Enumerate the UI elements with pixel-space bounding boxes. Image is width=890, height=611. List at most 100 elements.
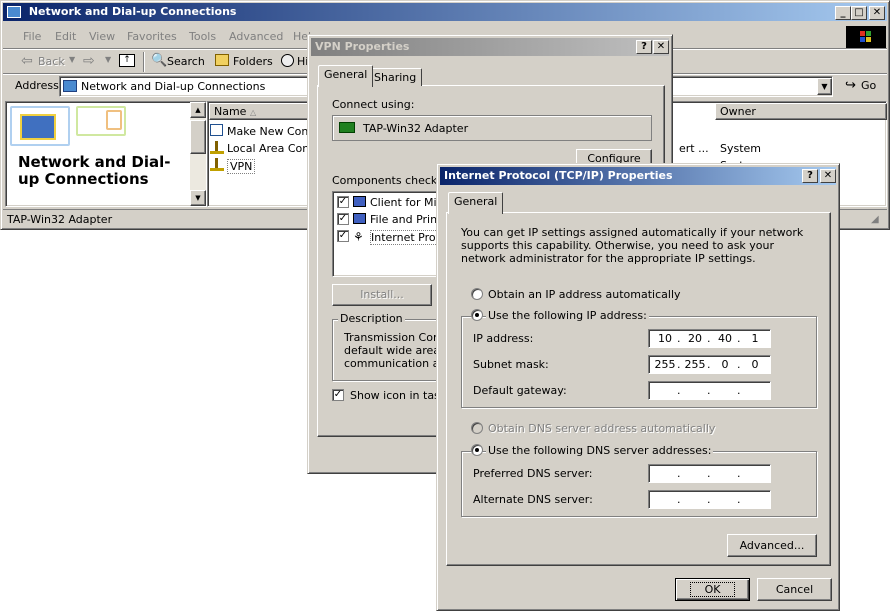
menu-view[interactable]: View bbox=[89, 30, 115, 43]
component-checkbox[interactable]: ✓ bbox=[337, 213, 349, 225]
address-value: Network and Dial-up Connections bbox=[81, 80, 266, 93]
ok-button[interactable]: OK bbox=[675, 578, 750, 601]
folders-icon bbox=[215, 54, 229, 66]
network-folder-icon bbox=[7, 6, 21, 18]
connect-using-label: Connect using: bbox=[332, 98, 415, 111]
vpn-titlebar[interactable]: VPN Properties bbox=[311, 38, 669, 56]
column-header-name[interactable]: Name △ bbox=[209, 103, 309, 120]
address-dropdown-button[interactable]: ▼ bbox=[817, 78, 832, 95]
list-item-name: VPN bbox=[227, 159, 256, 174]
network-adapter-icon bbox=[339, 122, 355, 133]
default-gateway-label: Default gateway: bbox=[473, 384, 567, 397]
history-icon bbox=[281, 54, 294, 67]
components-label: Components checked are used by this conn… bbox=[332, 174, 442, 187]
forward-dropdown-icon: ▼ bbox=[105, 55, 112, 64]
help-button[interactable]: ? bbox=[636, 40, 652, 54]
back-arrow-icon: ⇦ bbox=[21, 53, 33, 69]
go-label: Go bbox=[861, 79, 877, 92]
address-label: Address bbox=[15, 79, 59, 92]
tab-sharing[interactable]: Sharing bbox=[368, 68, 423, 86]
list-item[interactable]: Local Area Connection bbox=[210, 141, 350, 157]
list-item[interactable]: Make New Connection bbox=[210, 124, 349, 140]
menu-tools[interactable]: Tools bbox=[189, 30, 216, 43]
tcpip-properties-dialog: Internet Protocol (TCP/IP) Properties ? … bbox=[436, 163, 840, 611]
close-button[interactable]: ✕ bbox=[820, 169, 836, 183]
up-folder-icon[interactable]: ↑ bbox=[119, 54, 135, 67]
preferred-dns-label: Preferred DNS server: bbox=[473, 467, 593, 480]
use-following-ip-radio[interactable] bbox=[471, 309, 483, 321]
local-area-connection-icon bbox=[210, 141, 226, 155]
obtain-ip-auto-label: Obtain an IP address automatically bbox=[488, 288, 681, 301]
banner-title: Network and Dial-up Connections bbox=[18, 153, 171, 188]
component-checkbox[interactable]: ✓ bbox=[337, 230, 349, 242]
tcpip-titlebar[interactable]: Internet Protocol (TCP/IP) Properties bbox=[440, 167, 836, 185]
close-button[interactable]: ✕ bbox=[653, 40, 669, 54]
close-button[interactable]: ✕ bbox=[869, 6, 885, 20]
status-text: TAP-Win32 Adapter bbox=[7, 213, 113, 226]
back-dropdown-icon: ▼ bbox=[69, 55, 76, 64]
toolbar: ⇦ Back ▼ ⇨ ▼ ↑ 🔍 Search Folders History bbox=[5, 51, 315, 73]
go-button[interactable]: ↪ Go bbox=[843, 76, 883, 96]
subnet-mask-field[interactable]: 255. 255. 0. 0 bbox=[648, 355, 771, 374]
windows-logo bbox=[846, 26, 886, 48]
default-gateway-field[interactable]: ... bbox=[648, 381, 771, 400]
component-checkbox[interactable]: ✓ bbox=[337, 196, 349, 208]
obtain-dns-auto-radio[interactable] bbox=[471, 422, 483, 434]
menu-edit[interactable]: Edit bbox=[55, 30, 76, 43]
owner-cell: System bbox=[720, 142, 762, 155]
description-label: Description bbox=[338, 312, 405, 325]
minimize-button[interactable]: _ bbox=[835, 6, 851, 20]
search-button[interactable]: Search bbox=[167, 55, 205, 68]
components-list[interactable]: ✓ Client for Microsoft Networks ✓ File a… bbox=[332, 191, 626, 277]
use-following-dns-label: Use the following DNS server addresses: bbox=[486, 444, 714, 457]
ip-address-label: IP address: bbox=[473, 332, 534, 345]
vpn-connection-icon bbox=[210, 158, 226, 172]
sharing-icon bbox=[353, 213, 366, 224]
sort-indicator-icon: △ bbox=[249, 108, 257, 117]
list-item[interactable]: VPN bbox=[210, 158, 310, 174]
toolbar-separator bbox=[143, 52, 145, 72]
obtain-dns-auto-label: Obtain DNS server address automatically bbox=[488, 422, 716, 435]
maximize-button[interactable]: □ bbox=[851, 6, 867, 20]
menu-favorites[interactable]: Favorites bbox=[127, 30, 177, 43]
adapter-field: TAP-Win32 Adapter bbox=[332, 115, 652, 141]
adapter-name: TAP-Win32 Adapter bbox=[363, 122, 469, 135]
new-connection-icon bbox=[210, 124, 223, 136]
menu-file[interactable]: File bbox=[23, 30, 41, 43]
back-button[interactable]: Back bbox=[38, 55, 65, 68]
preferred-dns-field[interactable]: ... bbox=[648, 464, 771, 483]
banner-scrollbar[interactable]: ▲ ▼ bbox=[190, 102, 206, 206]
subnet-mask-label: Subnet mask: bbox=[473, 358, 549, 371]
resize-grip-icon[interactable]: ◢ bbox=[871, 214, 879, 225]
explorer-titlebar[interactable]: Network and Dial-up Connections bbox=[3, 3, 887, 21]
use-following-dns-radio[interactable] bbox=[471, 444, 483, 456]
go-arrow-icon: ↪ bbox=[845, 78, 856, 93]
ip-address-field[interactable]: 10. 20. 40. 1 bbox=[648, 329, 771, 348]
use-following-ip-label: Use the following IP address: bbox=[486, 309, 649, 322]
alternate-dns-field[interactable]: ... bbox=[648, 490, 771, 509]
forward-arrow-icon[interactable]: ⇨ bbox=[83, 53, 95, 69]
tcpip-title: Internet Protocol (TCP/IP) Properties bbox=[444, 169, 673, 182]
advanced-button[interactable]: Advanced... bbox=[727, 534, 817, 557]
tab-general[interactable]: General bbox=[318, 65, 374, 87]
alternate-dns-label: Alternate DNS server: bbox=[473, 493, 593, 506]
explorer-title: Network and Dial-up Connections bbox=[28, 5, 237, 18]
protocol-icon: ⚘ bbox=[353, 230, 364, 244]
vpn-title: VPN Properties bbox=[315, 40, 410, 53]
client-icon bbox=[353, 196, 366, 207]
tab-general[interactable]: General bbox=[448, 192, 504, 214]
intro-text: You can get IP settings assigned automat… bbox=[461, 226, 804, 265]
column-header-owner[interactable]: Owner bbox=[715, 103, 887, 120]
device-name-fragment: ert ... bbox=[679, 142, 709, 155]
menu-advanced[interactable]: Advanced bbox=[229, 30, 283, 43]
search-icon: 🔍 bbox=[151, 53, 168, 68]
network-folder-icon bbox=[63, 80, 77, 92]
install-button[interactable]: Install... bbox=[332, 284, 432, 306]
folders-button[interactable]: Folders bbox=[233, 55, 273, 68]
cancel-button[interactable]: Cancel bbox=[757, 578, 832, 601]
help-button[interactable]: ? bbox=[802, 169, 818, 183]
banner-pane: Network and Dial-up Connections ▲ ▼ bbox=[5, 101, 207, 207]
show-icon-checkbox[interactable]: ✓ bbox=[332, 389, 344, 401]
obtain-ip-auto-radio[interactable] bbox=[471, 288, 483, 300]
banner-graphic bbox=[6, 102, 190, 150]
